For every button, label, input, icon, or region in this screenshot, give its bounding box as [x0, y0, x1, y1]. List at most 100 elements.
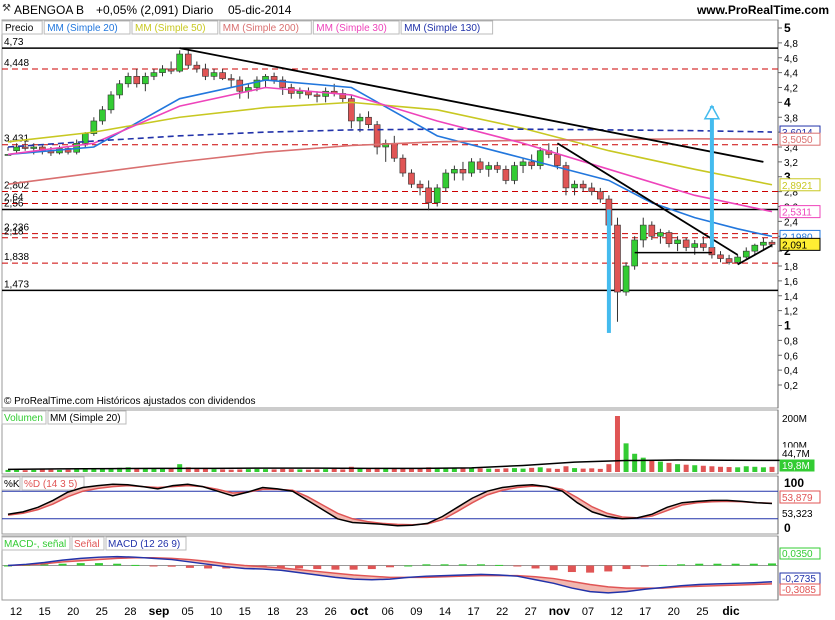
- candle: [708, 247, 716, 256]
- level-label: 1,838: [4, 252, 29, 263]
- candle: [99, 109, 106, 122]
- y-tick-label: 4,2: [784, 84, 798, 95]
- stoch-value-label: 53,879: [782, 493, 813, 504]
- macd-hist-bar: [731, 563, 740, 566]
- macd-hist-bar: [768, 563, 776, 566]
- volume-bar: [572, 468, 578, 472]
- macd-hist-bar: [113, 563, 122, 566]
- x-tick-label: 17: [639, 606, 651, 618]
- macd-hist-bar: [749, 563, 758, 566]
- legend-sma130: MM (Simple 130): [404, 23, 480, 34]
- candle: [751, 244, 759, 252]
- candle: [451, 169, 458, 174]
- volume-bar: [271, 469, 277, 472]
- candle: [442, 172, 450, 189]
- macd-hist-bar: [404, 565, 413, 567]
- macd-hist-bar: [695, 563, 704, 566]
- candle: [30, 146, 38, 149]
- volume-bar: [477, 468, 483, 472]
- macd-hist-bar: [367, 565, 376, 570]
- candle: [313, 94, 321, 97]
- volume-bar: [606, 464, 612, 472]
- volume-bar: [752, 466, 758, 472]
- x-tick-label: 22: [496, 606, 508, 618]
- candle: [571, 183, 578, 189]
- y-tick-label: 1: [784, 319, 791, 333]
- volume-bar: [5, 469, 11, 472]
- volume-bar: [408, 468, 414, 472]
- volume-bar: [537, 467, 543, 472]
- volume-bar: [503, 468, 509, 472]
- x-tick-label: 26: [324, 606, 336, 618]
- candle: [511, 165, 518, 181]
- candle: [270, 76, 278, 81]
- macd-hist-bar: [549, 565, 558, 571]
- macd-hist-bar: [586, 565, 595, 573]
- candle: [227, 78, 235, 81]
- macd-hist-legend: MACD-, señal: [4, 539, 66, 550]
- legend-sma50: MM (Simple 50): [135, 23, 206, 34]
- volume-bar: [460, 468, 466, 472]
- copyright-text: © ProRealTime.com Históricos ajustados c…: [4, 396, 256, 407]
- volume-bar: [683, 464, 689, 472]
- volume-bar: [74, 469, 80, 472]
- candle: [390, 142, 398, 159]
- volume-bar: [529, 467, 535, 472]
- candle: [639, 224, 647, 241]
- x-tick-label: 20: [668, 606, 680, 618]
- candle: [691, 243, 699, 248]
- y-tick-label: 0,6: [784, 351, 798, 362]
- candle: [159, 68, 166, 73]
- candle: [597, 191, 604, 200]
- x-tick-label: 15: [38, 606, 50, 618]
- y-tick-label: 3,8: [784, 113, 798, 124]
- candle: [176, 53, 183, 72]
- volume-legend: Volumen: [4, 413, 43, 424]
- y-tick-label: 4,8: [784, 39, 798, 50]
- y-tick-label: 0,8: [784, 336, 798, 347]
- candle: [210, 72, 218, 77]
- macd-hist-bar: [58, 563, 67, 566]
- x-tick-label: 12: [610, 606, 622, 618]
- volume-bar: [726, 467, 732, 472]
- macd-hist-bar: [76, 563, 85, 566]
- candle: [433, 187, 441, 204]
- candle: [399, 157, 407, 174]
- level-label: 1,473: [4, 279, 29, 290]
- volume-bar: [657, 461, 663, 472]
- macd-hist-bar: [295, 565, 304, 569]
- volume-bar: [469, 468, 475, 472]
- candle: [579, 183, 587, 189]
- x-tick-label: 09: [410, 606, 422, 618]
- volume-value-label: 19,8M: [782, 461, 810, 472]
- volume-bar: [331, 468, 337, 472]
- candle: [760, 241, 767, 246]
- macd-hist-bar: [313, 565, 322, 570]
- macd-hist-bar: [677, 564, 686, 566]
- macd-hist-bar: [458, 564, 467, 566]
- y-tick-label: 3,2: [784, 158, 798, 169]
- macd-value-label: 0,0350: [782, 549, 813, 560]
- x-tick-label: 05: [181, 606, 193, 618]
- price-panel: [1, 19, 779, 409]
- candle: [142, 76, 149, 85]
- y-tick-label: 1,4: [784, 292, 798, 303]
- x-tick-label: 12: [10, 606, 22, 618]
- x-tick-label: 25: [96, 606, 108, 618]
- x-tick-label: oct: [350, 604, 368, 618]
- volume-bar: [288, 469, 294, 472]
- volume-mm-legend: MM (Simple 20): [50, 413, 121, 424]
- volume-bar: [623, 443, 629, 472]
- candle: [742, 250, 750, 258]
- x-tick-label: 28: [124, 606, 136, 618]
- legend-sma20: MM (Simple 20): [47, 23, 118, 34]
- macd-hist-bar: [386, 565, 394, 568]
- candle: [588, 187, 596, 192]
- volume-bar: [589, 468, 595, 472]
- candle: [13, 146, 20, 152]
- volume-bar: [692, 465, 698, 472]
- value-label: 2,8921: [782, 181, 813, 192]
- candle: [408, 172, 415, 185]
- macd-hist-bar: [331, 565, 340, 570]
- x-tick-label: 14: [439, 606, 451, 618]
